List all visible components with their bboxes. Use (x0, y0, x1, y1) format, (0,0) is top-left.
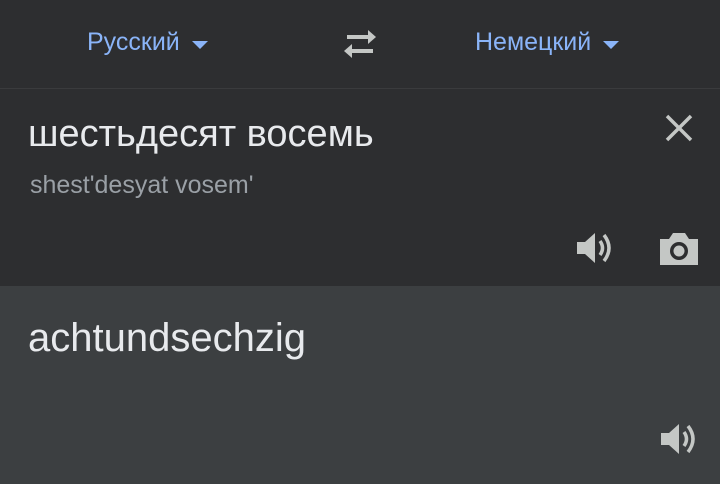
speaker-icon (661, 424, 695, 454)
close-icon (665, 114, 693, 142)
source-panel: шестьдесят восемь shest'desyat vosem' (0, 89, 720, 286)
camera-button[interactable] (656, 229, 702, 269)
source-language-label: Русский (87, 28, 180, 56)
target-language-label: Немецкий (475, 28, 592, 56)
chevron-down-icon (191, 40, 208, 49)
camera-icon (660, 233, 698, 265)
speaker-icon (577, 233, 611, 263)
swap-languages-button[interactable] (339, 26, 381, 62)
transliteration: shest'desyat vosem' (30, 171, 254, 199)
swap-languages-icon (344, 30, 376, 58)
source-text[interactable]: шестьдесят восемь (28, 113, 374, 156)
language-bar: Русский Немецкий (0, 0, 720, 89)
chevron-down-icon (603, 40, 620, 49)
target-language-selector[interactable]: Немецкий (475, 28, 620, 57)
translation-panel: achtundsechzig (0, 286, 720, 484)
translation-text: achtundsechzig (28, 316, 306, 360)
clear-input-button[interactable] (660, 109, 698, 147)
source-language-selector[interactable]: Русский (87, 28, 208, 57)
translate-app: Русский Немецкий шестьдесят восемь shest… (0, 0, 720, 484)
listen-source-button[interactable] (573, 228, 617, 268)
listen-translation-button[interactable] (657, 419, 701, 459)
